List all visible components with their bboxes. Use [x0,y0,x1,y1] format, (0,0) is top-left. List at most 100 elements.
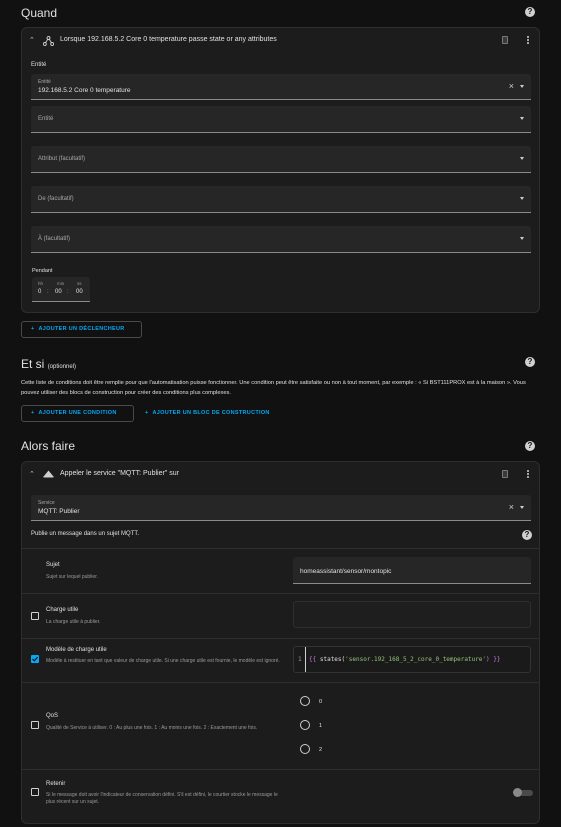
from-field-label: De (facultatif) [38,196,74,202]
divider [22,548,539,549]
add-condition-label: AJOUTER UNE CONDITION [38,410,117,416]
overflow-menu-icon[interactable] [527,36,529,44]
trigger-header-label: Lorsque 192.168.5.2 Core 0 temperature p… [60,36,277,43]
to-field[interactable]: À (facultatif) [31,226,531,253]
entity-field-value: 192.168.5.2 Core 0 temperature [38,87,131,94]
entity-section-label: Entité [31,62,47,68]
code-close: ) }} [486,656,501,663]
check-icon [32,656,39,662]
code-line-number: 1 [298,656,302,663]
divider [22,593,539,594]
trash-icon[interactable] [502,470,508,478]
payload-template-editor[interactable]: 1 {{ states('sensor.192_168_5_2_core_0_t… [293,646,531,673]
service-field[interactable]: Service MQTT: Publier × [31,495,531,521]
service-icon [43,470,54,478]
charge-utile-checkbox[interactable] [31,612,39,620]
add-trigger-button[interactable]: + AJOUTER UN DÉCLENCHEUR [21,321,142,338]
dropdown-arrow-icon[interactable] [520,506,524,509]
qos-desc: Qualité de Service à utiliser. 0 : Au pl… [46,725,258,731]
to-field-label: À (facultatif) [38,236,71,242]
dropdown-arrow-icon[interactable] [520,197,524,200]
attribute-field[interactable]: Attribut (facultatif) [31,146,531,173]
code-gutter-line [305,647,306,672]
ss-label: ss [77,281,82,286]
charge-desc: La charge utile à publier. [46,619,101,625]
modele-desc: Modèle à restituer en tant que valeur de… [46,658,280,664]
retenir-title: Retenir [46,781,66,787]
mm-label: min [57,281,65,286]
add-block-label: AJOUTER UN BLOC DE CONSTRUCTION [152,410,270,416]
qos-radio-2[interactable] [300,744,310,754]
overflow-menu-icon[interactable] [527,470,529,478]
hh-separator: : [47,289,49,295]
dropdown-arrow-icon[interactable] [520,157,524,160]
qos-checkbox[interactable] [31,721,39,729]
add-building-block-button[interactable]: + AJOUTER UN BLOC DE CONSTRUCTION [145,410,270,416]
qos-title: QoS [46,713,59,719]
alors-title: Alors faire [21,439,76,453]
qos-option-2: 2 [319,747,323,753]
entity-field-2[interactable]: Entité [31,106,531,133]
qos-option-0: 0 [319,699,323,705]
code-string: 'sensor.192_168_5_2_core_0_temperature' [345,656,487,663]
etsi-title: Et si (optionnel) [21,357,76,371]
attribute-field-label: Attribut (facultatif) [38,156,86,162]
from-field[interactable]: De (facultatif) [31,186,531,213]
entity-field-label: Entité [38,79,51,85]
etsi-optional-label: (optionnel) [47,364,77,370]
trash-icon[interactable] [502,36,508,44]
help-icon[interactable]: ? [525,441,535,451]
help-icon[interactable]: ? [525,357,535,367]
plus-icon: + [31,326,35,332]
hh-value[interactable]: 0 [38,289,41,295]
etsi-description: Cette liste de conditions doit être remp… [21,380,526,396]
duration-input[interactable]: hh min ss 0 : 00 : 00 [32,277,90,302]
sujet-desc: Sujet sur lequel publier. [46,574,98,580]
sujet-input-value: homeassistant/sensor/montopic [300,568,392,575]
divider [22,769,539,770]
plus-icon: + [145,410,149,416]
dropdown-arrow-icon[interactable] [520,237,524,240]
service-description: Publie un message dans un sujet MQTT. [31,531,140,537]
entity-field[interactable]: Entité 192.168.5.2 Core 0 temperature × [31,74,531,100]
chevron-up-icon[interactable]: ⌃ [29,36,35,44]
sujet-title: Sujet [46,562,60,568]
service-field-label: Service [38,500,55,506]
entity-field-2-label: Entité [38,116,54,122]
mm-value[interactable]: 00 [55,289,62,295]
modele-checkbox[interactable] [31,655,39,663]
charge-title: Charge utile [46,607,79,613]
code-fn: states( [319,656,346,663]
help-icon[interactable]: ? [525,7,535,17]
hh-label: hh [38,281,44,286]
code-line: {{ states('sensor.192_168_5_2_core_0_tem… [309,656,501,663]
clear-icon[interactable]: × [509,81,514,91]
mm-separator: : [67,289,69,295]
duration-label: Pendant [32,268,53,274]
retenir-toggle-thumb[interactable] [513,788,522,797]
etsi-title-text: Et si [21,357,45,371]
divider [22,638,539,639]
action-header-label: Appeler le service "MQTT: Publier" sur [60,470,179,477]
charge-utile-input[interactable] [293,601,531,628]
modele-title: Modèle de charge utile [46,647,107,653]
ss-value[interactable]: 00 [76,289,83,295]
retenir-checkbox[interactable] [31,788,39,796]
qos-option-1: 1 [319,723,323,729]
qos-radio-1[interactable] [300,720,310,730]
state-trigger-icon [43,36,54,46]
retenir-desc: Si le message doit avoir l'indicateur de… [46,792,278,805]
sujet-input[interactable]: homeassistant/sensor/montopic [293,557,531,584]
chevron-up-icon[interactable]: ⌃ [29,470,35,478]
quand-title: Quand [21,6,58,20]
dropdown-arrow-icon[interactable] [520,85,524,88]
add-condition-button[interactable]: + AJOUTER UNE CONDITION [21,405,134,422]
service-field-value: MQTT: Publier [38,508,80,515]
divider [22,682,539,683]
qos-radio-0[interactable] [300,696,310,706]
code-open: {{ [309,656,317,663]
dropdown-arrow-icon[interactable] [520,117,524,120]
clear-icon[interactable]: × [509,502,514,512]
help-icon[interactable]: ? [522,530,532,540]
add-trigger-label: AJOUTER UN DÉCLENCHEUR [38,326,125,332]
